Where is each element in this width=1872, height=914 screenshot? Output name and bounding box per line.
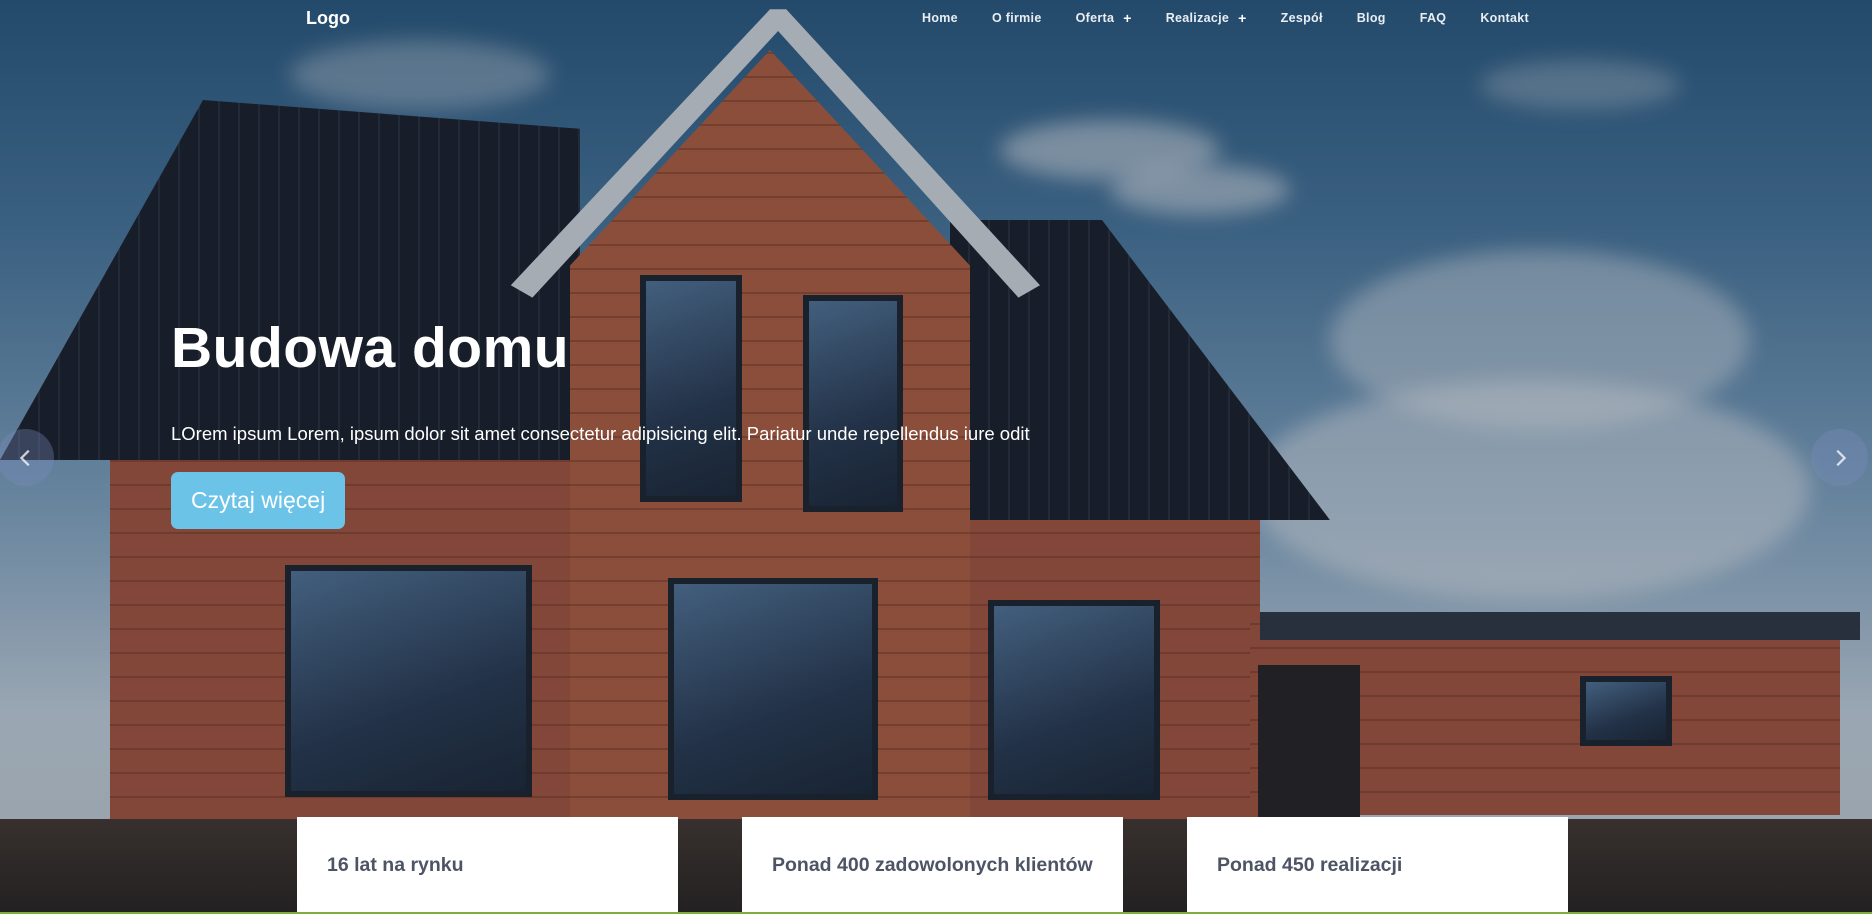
carousel-next-button[interactable]: [1811, 429, 1868, 486]
nav-item-label: O firmie: [991, 11, 1042, 25]
stat-card: Ponad 450 realizacji: [1187, 817, 1568, 914]
stats-cards: 16 lat na rynku Ponad 400 zadowolonych k…: [297, 817, 1568, 914]
nav-item-realizacje[interactable]: Realizacje +: [1166, 11, 1247, 25]
stat-card-text: 16 lat na rynku: [327, 854, 464, 876]
site-logo[interactable]: Logo: [306, 8, 350, 29]
nav-item-label: FAQ: [1419, 11, 1447, 25]
nav-item-label: Home: [922, 11, 958, 25]
hero-slider: Logo Home O firmie Oferta + Realizacje +…: [0, 0, 1872, 914]
nav-item-faq[interactable]: FAQ: [1420, 11, 1447, 25]
stat-card: Ponad 400 zadowolonych klientów: [742, 817, 1123, 914]
nav-item-blog[interactable]: Blog: [1357, 11, 1386, 25]
nav-menu: Home O firmie Oferta + Realizacje + Zesp…: [922, 11, 1529, 25]
nav-item-kontakt[interactable]: Kontakt: [1480, 11, 1529, 25]
plus-icon[interactable]: +: [1123, 11, 1131, 25]
nav-item-label: Kontakt: [1480, 11, 1529, 25]
read-more-button[interactable]: Czytaj więcej: [171, 472, 346, 530]
nav-item-label: Realizacje: [1165, 11, 1230, 25]
stat-card-text: Ponad 450 realizacji: [1217, 854, 1403, 876]
chevron-right-icon: [1835, 449, 1846, 466]
hero-description: LOrem ipsum Lorem, ipsum dolor sit amet …: [171, 423, 1030, 444]
main-navigation: Logo Home O firmie Oferta + Realizacje +…: [0, 0, 1872, 40]
nav-item-o-firmie[interactable]: O firmie: [992, 11, 1042, 25]
plus-icon[interactable]: +: [1238, 11, 1246, 25]
nav-item-label: Zespół: [1280, 11, 1323, 25]
stat-card: 16 lat na rynku: [297, 817, 678, 914]
nav-item-zespol[interactable]: Zespół: [1281, 11, 1323, 25]
nav-item-home[interactable]: Home: [922, 11, 958, 25]
hero-title: Budowa domu: [171, 316, 570, 380]
stat-card-text: Ponad 400 zadowolonych klientów: [772, 854, 1093, 876]
nav-item-label: Blog: [1356, 11, 1386, 25]
chevron-left-icon: [19, 449, 30, 466]
hero-content: Budowa domu LOrem ipsum Lorem, ipsum dol…: [171, 316, 1030, 530]
nav-item-label: Oferta: [1075, 11, 1115, 25]
nav-item-oferta[interactable]: Oferta +: [1076, 11, 1132, 25]
